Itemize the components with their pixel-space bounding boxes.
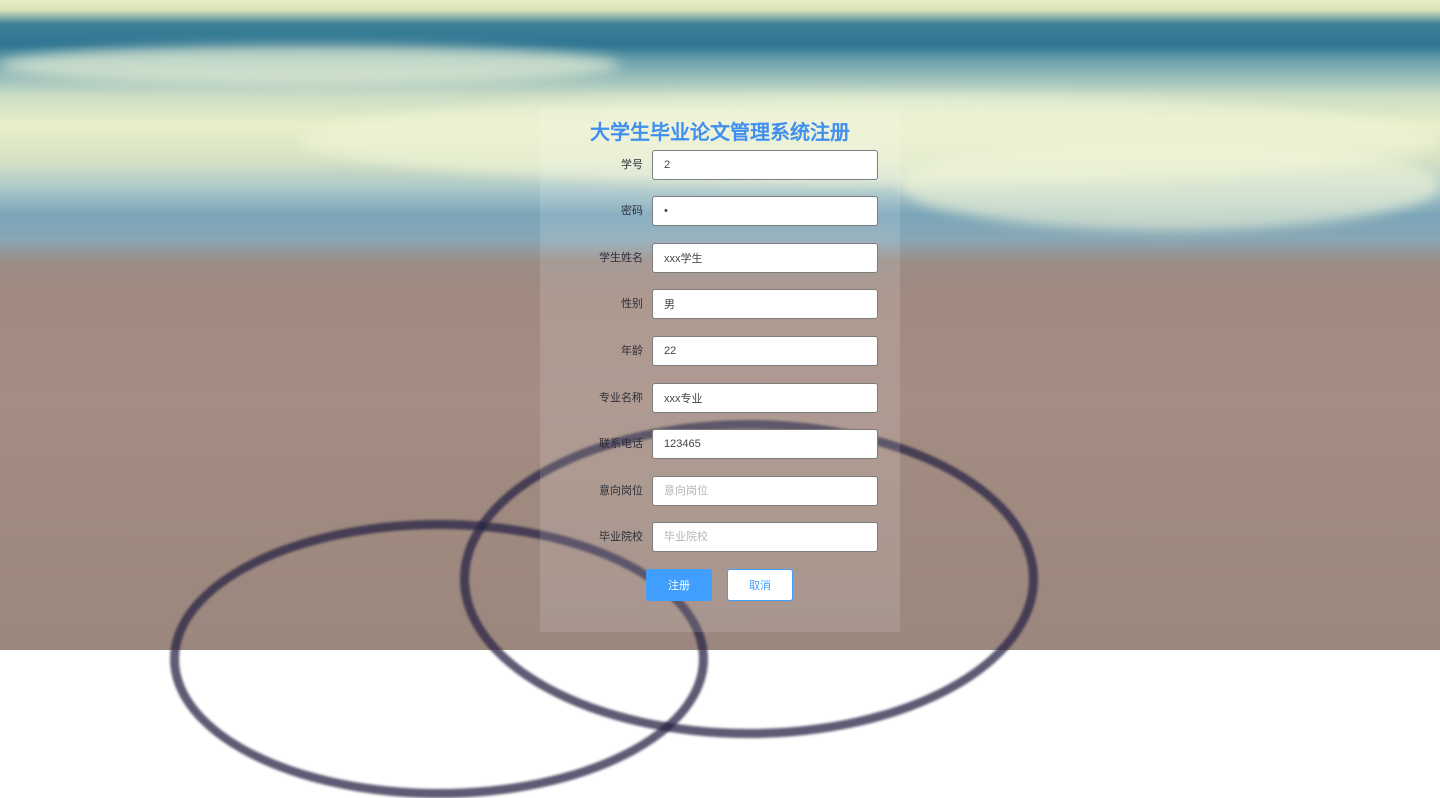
- password-label: 密码: [621, 205, 643, 217]
- phone-label: 联系电话: [599, 438, 643, 450]
- gender-field-box: [652, 289, 878, 319]
- graduate-school-label: 毕业院校: [599, 531, 643, 543]
- register-panel: [540, 108, 900, 632]
- form-row-major: 专业名称: [540, 383, 900, 413]
- form-row-student-id: 学号: [540, 150, 900, 180]
- phone-input[interactable]: [664, 430, 864, 458]
- age-label: 年龄: [621, 345, 643, 357]
- gender-input[interactable]: [664, 290, 864, 318]
- cancel-button[interactable]: 取消: [727, 569, 793, 601]
- password-field-box: [652, 196, 878, 226]
- form-row-desired-position: 意向岗位: [540, 476, 900, 506]
- age-field-box: [652, 336, 878, 366]
- form-row-password: 密码: [540, 196, 900, 226]
- form-row-gender: 性别: [540, 289, 900, 319]
- register-button[interactable]: 注册: [646, 569, 712, 601]
- student-name-label: 学生姓名: [599, 252, 643, 264]
- password-input[interactable]: [664, 197, 864, 225]
- form-row-student-name: 学生姓名: [540, 243, 900, 273]
- major-label: 专业名称: [599, 392, 643, 404]
- wave-foam: [900, 140, 1440, 230]
- graduate-school-input[interactable]: [664, 523, 864, 551]
- age-input[interactable]: [664, 337, 864, 365]
- gender-label: 性别: [621, 298, 643, 310]
- graduate-school-field-box: [652, 522, 878, 552]
- wave-foam: [0, 45, 620, 85]
- student-name-input[interactable]: [664, 244, 864, 272]
- desired-position-input[interactable]: [664, 477, 864, 505]
- form-row-graduate-school: 毕业院校: [540, 522, 900, 552]
- major-field-box: [652, 383, 878, 413]
- student-id-input[interactable]: [664, 151, 864, 179]
- form-row-age: 年龄: [540, 336, 900, 366]
- desired-position-label: 意向岗位: [599, 485, 643, 497]
- student-id-label: 学号: [621, 159, 643, 171]
- desired-position-field-box: [652, 476, 878, 506]
- form-row-phone: 联系电话: [540, 429, 900, 459]
- student-id-field-box: [652, 150, 878, 180]
- major-input[interactable]: [664, 384, 864, 412]
- page-title: 大学生毕业论文管理系统注册: [590, 122, 850, 144]
- phone-field-box: [652, 429, 878, 459]
- student-name-field-box: [652, 243, 878, 273]
